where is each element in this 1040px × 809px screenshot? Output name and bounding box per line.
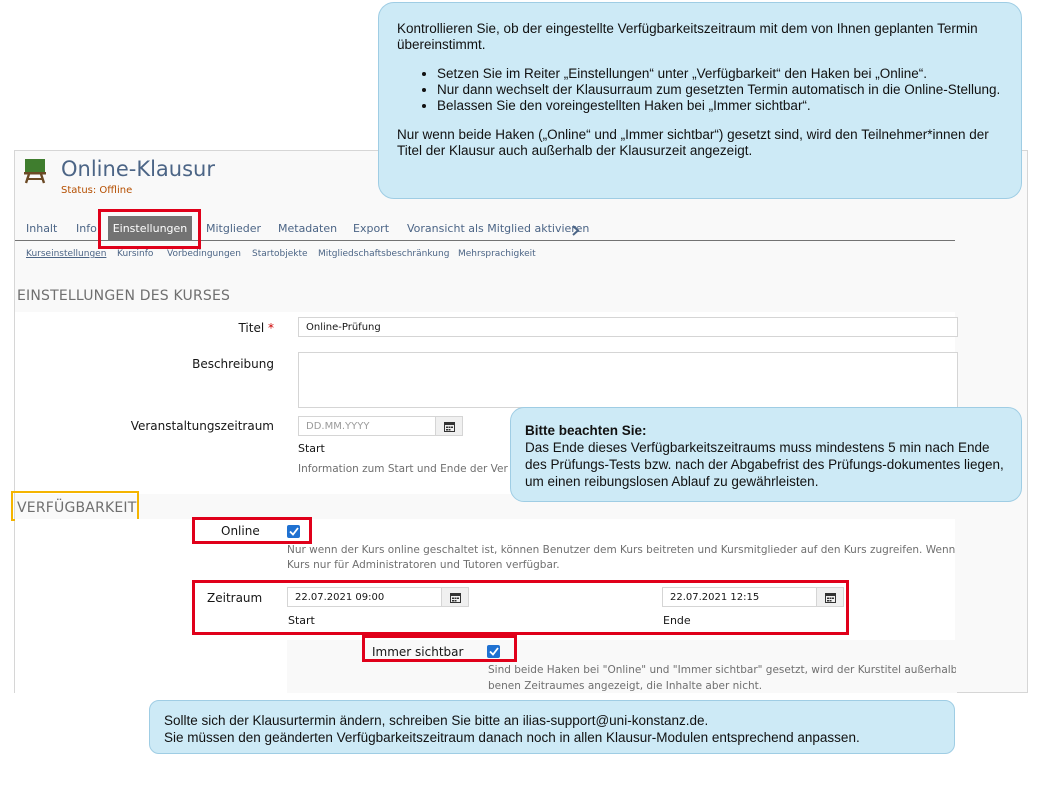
- subtab-vorbedingungen[interactable]: Vorbedingungen: [167, 249, 241, 259]
- event-period-start-input[interactable]: DD.MM.YYYY: [298, 416, 436, 436]
- callout-mid: Bitte beachten Sie: Das Ende dieses Verf…: [510, 407, 1022, 502]
- tab-export[interactable]: Export: [353, 222, 389, 235]
- highlight-period: [192, 580, 849, 635]
- title-input[interactable]: Online-Prüfung: [298, 317, 958, 337]
- highlight-availability-section: [11, 491, 139, 521]
- highlight-settings-tab: [98, 209, 201, 249]
- highlight-always-visible: [362, 635, 517, 662]
- subtab-startobjekte[interactable]: Startobjekte: [252, 249, 308, 259]
- callout-mid-heading: Bitte beachten Sie:: [525, 423, 647, 438]
- highlight-online: [192, 517, 312, 544]
- event-period-start-label: Start: [298, 442, 325, 455]
- page-title: Online-Klausur: [61, 157, 215, 181]
- subtab-kursinfo[interactable]: Kursinfo: [117, 249, 153, 259]
- callout-top-outro: Nur wenn beide Haken („Online“ und „Imme…: [397, 127, 989, 158]
- always-visible-help-line-2: benen Zeitraumes angezeigt, die Inhalte …: [488, 680, 763, 692]
- callout-top-list: Setzen Sie im Reiter „Einstellungen“ unt…: [397, 66, 1003, 114]
- subtab-kurseinstellungen[interactable]: Kurseinstellungen: [26, 249, 106, 259]
- chevron-right-icon[interactable]: [571, 223, 580, 241]
- tab-metadaten[interactable]: Metadaten: [278, 222, 337, 235]
- easel-icon: [24, 158, 46, 184]
- callout-top-bullet: Nur dann wechselt der Klausurraum zum ge…: [437, 82, 1003, 98]
- calendar-icon[interactable]: [435, 416, 463, 436]
- callout-top: Kontrollieren Sie, ob der eingestellte V…: [378, 2, 1022, 199]
- tab-inhalt[interactable]: Inhalt: [26, 222, 57, 235]
- callout-bottom: Sollte sich der Klausurtermin ändern, sc…: [149, 700, 955, 754]
- callout-top-bullet: Setzen Sie im Reiter „Einstellungen“ unt…: [437, 66, 1003, 82]
- event-period-info: Information zum Start und Ende der Veran…: [298, 463, 508, 475]
- callout-top-bullet: Belassen Sie den voreingestellten Haken …: [437, 98, 1003, 114]
- callout-bottom-line-2: Sie müssen den geänderten Verfügbarkeits…: [164, 730, 860, 745]
- subtab-mehrsprachigkeit[interactable]: Mehrsprachigkeit: [458, 249, 536, 259]
- tab-info[interactable]: Info: [76, 222, 97, 235]
- always-visible-help-line-1: Sind beide Haken bei "Online" und "Immer…: [488, 664, 956, 676]
- callout-top-intro: Kontrollieren Sie, ob der eingestellte V…: [397, 21, 978, 52]
- subtab-mitgliedschaftsbeschraenkung[interactable]: Mitgliedschaftsbeschränkung: [318, 249, 449, 259]
- description-label: Beschreibung: [192, 357, 274, 371]
- section-title-settings: EINSTELLUNGEN DES KURSES: [17, 288, 231, 304]
- status-badge: Status: Offline: [61, 185, 133, 196]
- online-help-line-2: Kurs nur für Administratoren und Tutoren…: [287, 559, 560, 571]
- tab-mitglieder[interactable]: Mitglieder: [206, 222, 261, 235]
- tab-preview-as-member[interactable]: Voransicht als Mitglied aktivieren: [407, 222, 589, 235]
- callout-mid-text: Das Ende dieses Verfügbarkeitszeitraums …: [525, 440, 1004, 489]
- title-label: Titel *: [238, 321, 274, 335]
- callout-bottom-line-1: Sollte sich der Klausurtermin ändern, sc…: [164, 713, 709, 728]
- online-help-line-1: Nur wenn der Kurs online geschaltet ist,…: [287, 544, 955, 556]
- event-period-label: Veranstaltungszeitraum: [130, 419, 274, 433]
- description-textarea[interactable]: [298, 352, 958, 408]
